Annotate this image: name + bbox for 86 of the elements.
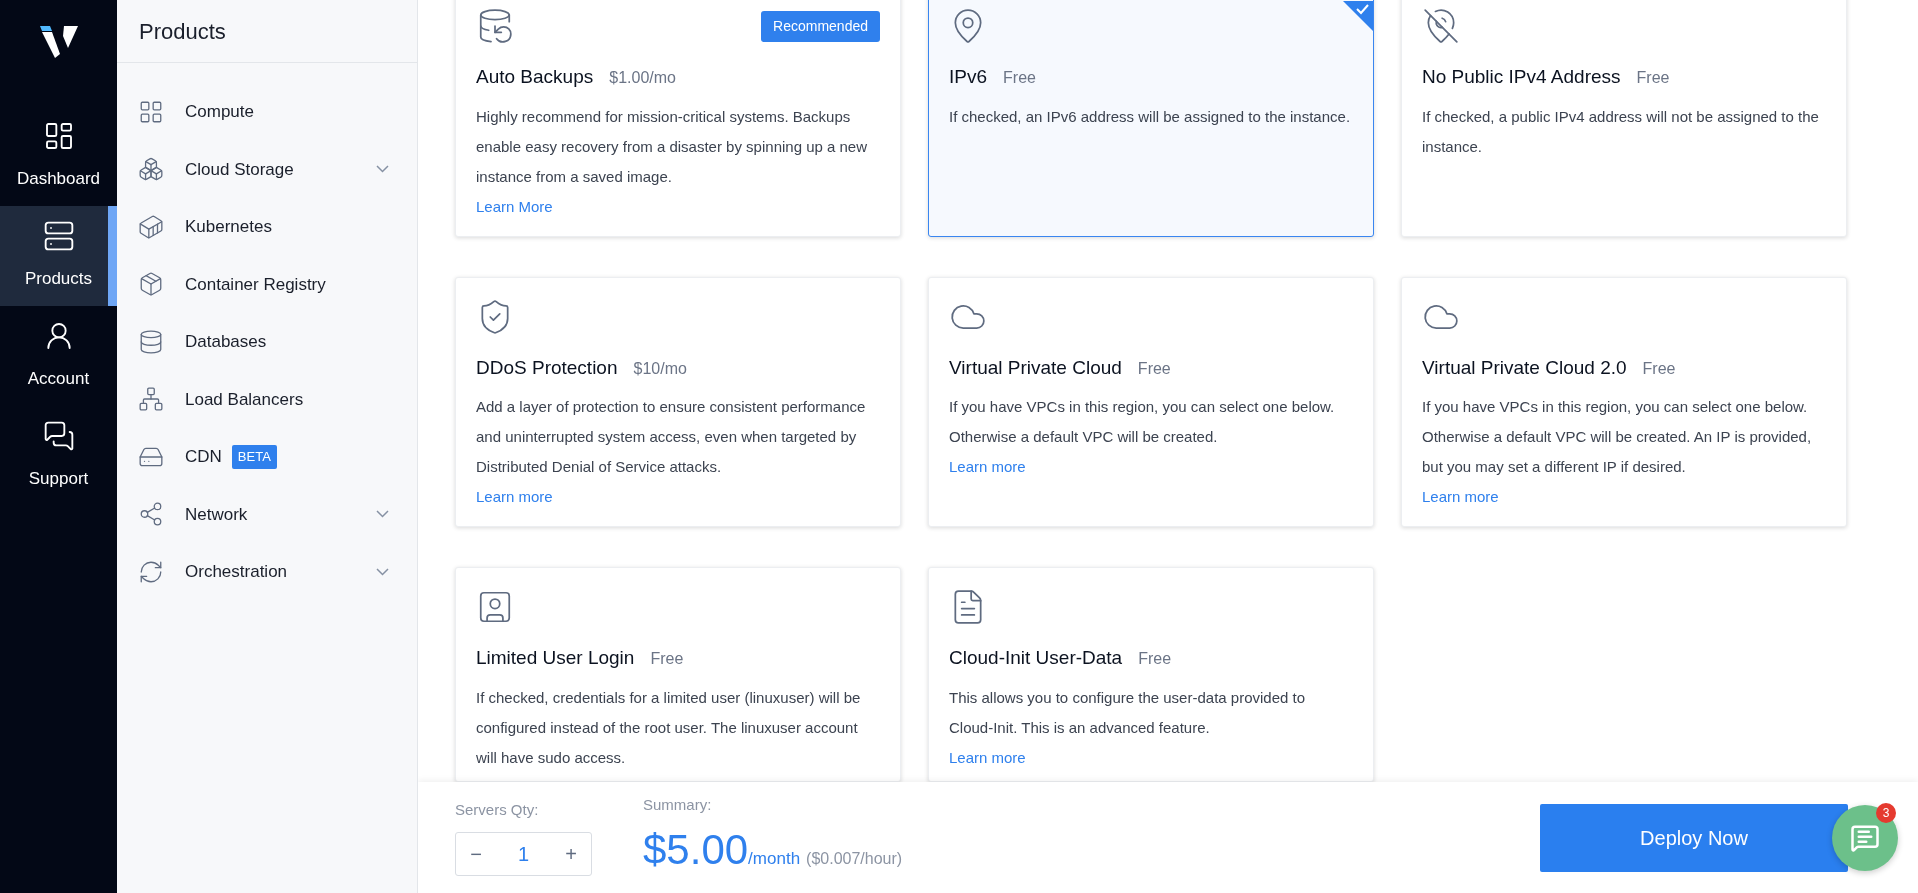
chat-icon [1850,823,1880,853]
sidebar-item[interactable]: Cloud Storage [117,140,417,198]
card-title: DDoS Protection [476,355,618,380]
qty-value: 1 [516,841,531,867]
card-description: If you have VPCs in this region, you can select one below. Otherwise a default VPC will be created. [949,397,1336,447]
sidebar-item[interactable]: CDN BETA [117,428,417,486]
nav-item[interactable]: Dashboard [0,106,117,206]
nav-item[interactable]: Account [0,306,117,406]
recommended-badge: Recommended [761,11,880,42]
sidebar-label: Orchestration [185,561,288,583]
sidebar-label: Container Registry [185,273,326,296]
boxes-icon [138,156,164,183]
sidebar-item[interactable]: Orchestration [117,543,417,601]
share-icon [138,501,164,528]
network-icon [138,386,164,413]
decrement-button[interactable]: − [456,838,496,869]
deploy-button[interactable]: Deploy Now [1540,803,1848,872]
pin-off-icon [1422,7,1460,45]
nav-item[interactable]: Products [0,206,117,306]
sidebar-label: Cloud Storage [185,158,294,181]
card-description: If you have VPCs in this region, you can select one below. Otherwise a default VPC will be created. An IP is provided, but you may set a different IP if desired. [1422,397,1813,477]
card-price: $1.00/mo [609,68,676,88]
logo-icon [37,24,80,60]
increment-button[interactable]: + [551,838,591,869]
sidebar-item[interactable]: Databases [117,313,417,371]
card-title: Cloud-Init User-Data [949,646,1123,670]
sidebar-label: CDN [185,446,222,468]
card-title: Virtual Private Cloud 2.0 [1422,355,1627,380]
chevron-icon [376,510,389,519]
option-card[interactable]: No Public IPv4 Address Free If checked, a public IPv4 address will not be assigned to the instance. [1401,0,1847,237]
learn-more-link[interactable]: Learn more [949,742,1026,773]
option-card[interactable] [1401,276,1847,527]
package-icon [138,271,164,298]
card-title: Virtual Private Cloud [949,355,1122,380]
chevron-icon [376,165,389,174]
card-title: No Public IPv4 Address [1422,65,1621,89]
option-card[interactable]: Virtual Private Cloud Free If you have VPCs in this region, you can select one below. Otherwise a default VPC will be created. Learn more [928,276,1374,527]
container-icon [138,213,164,240]
learn-more-link[interactable]: Learn more [1422,482,1499,512]
sidebar-title: Products [139,17,226,46]
sidebar-label: Load Balancers [185,388,304,411]
card-description: This allows you to configure the user-data provided to Cloud-Init. This is an advanced feature. [949,687,1307,738]
card-price: $10/mo [633,358,687,379]
card-description: If checked, an IPv6 address will be assigned to the instance. [949,106,1352,127]
sidebar-item[interactable]: Compute [117,83,417,141]
option-card[interactable]: Limited User Login Free If checked, credentials for a limited user (linuxuser) will be configured instead of the root user. The linuxuser account will have sudo access. [455,567,901,782]
sidebar-label: Kubernetes [185,216,272,238]
learn-more-link[interactable]: Learn more [949,452,1026,482]
option-card[interactable]: IPv6 Free If checked, an IPv6 address will be assigned to the instance. [928,0,1374,237]
sidebar-item[interactable]: Container Registry [117,255,417,313]
summary-label: Summary: [643,794,713,815]
card-price: Free [1642,358,1676,379]
sidebar-label: Databases [185,331,267,353]
sidebar-label: Network [185,503,248,526]
card-description: If checked, credentials for a limited user (linuxuser) will be configured instead of the root user. The linuxuser account will have sudo access. [476,687,862,768]
total-price: $5.00 [643,825,749,876]
chevron-icon [376,567,389,576]
learn-more-link[interactable]: Learn more [476,482,553,512]
card-price: Free [1636,68,1670,88]
price-period: /month [748,849,801,871]
card-title: IPv6 [949,65,988,89]
qty-label: Servers Qty: [455,800,540,821]
option-card[interactable]: DDoS Protection $10/mo Add a layer of protection to ensure consistent performance and uninterrupted system access, even when targeted by Distributed Denial of Service attacks. Learn more [455,276,901,527]
card-description: Add a layer of protection to ensure consistent performance and uninterrupted system access, even when targeted by Distributed Denial of Service attacks. [476,397,867,477]
card-price: Free [1003,68,1036,88]
card-description: Highly recommend for mission-critical systems. Backups enable easy recovery from a disaster by spinning up a new instance from a saved image. [476,106,869,187]
sidebar-item[interactable]: Network [117,485,417,543]
card-description: If checked, a public IPv4 address will not be assigned to the instance. [1422,106,1820,157]
notification-badge: 3 [1876,803,1896,823]
card-price: Free [1137,358,1171,379]
sidebar-item[interactable]: Load Balancers [117,370,417,428]
card-title: Limited User Login [476,646,635,670]
hourly-price: ($0.007/hour) [806,849,903,870]
chat-icon [42,420,75,453]
nav-item[interactable]: Support [0,406,117,506]
card-price: Free [650,649,684,669]
sidebar-item[interactable]: Kubernetes [117,198,417,256]
learn-more-link[interactable]: Learn More [476,191,553,222]
server-icon [42,220,75,253]
beta-badge: BETA [231,445,277,469]
database-icon [138,328,164,355]
option-card[interactable]: Recommended Auto Backups $1.00/mo Highly recommend for mission-critical systems. Backups enable easy recovery from a disaster by spinning up a new instance from a saved image. Learn More [455,0,901,237]
option-card[interactable]: Cloud-Init User-Data Free This allows you to configure the user-data provided to Cloud-Init. This is an advanced feature. Learn more [928,567,1374,782]
sidebar-label: Compute [185,101,254,123]
card-title: Auto Backups [476,65,594,89]
card-price: Free [1138,649,1172,669]
